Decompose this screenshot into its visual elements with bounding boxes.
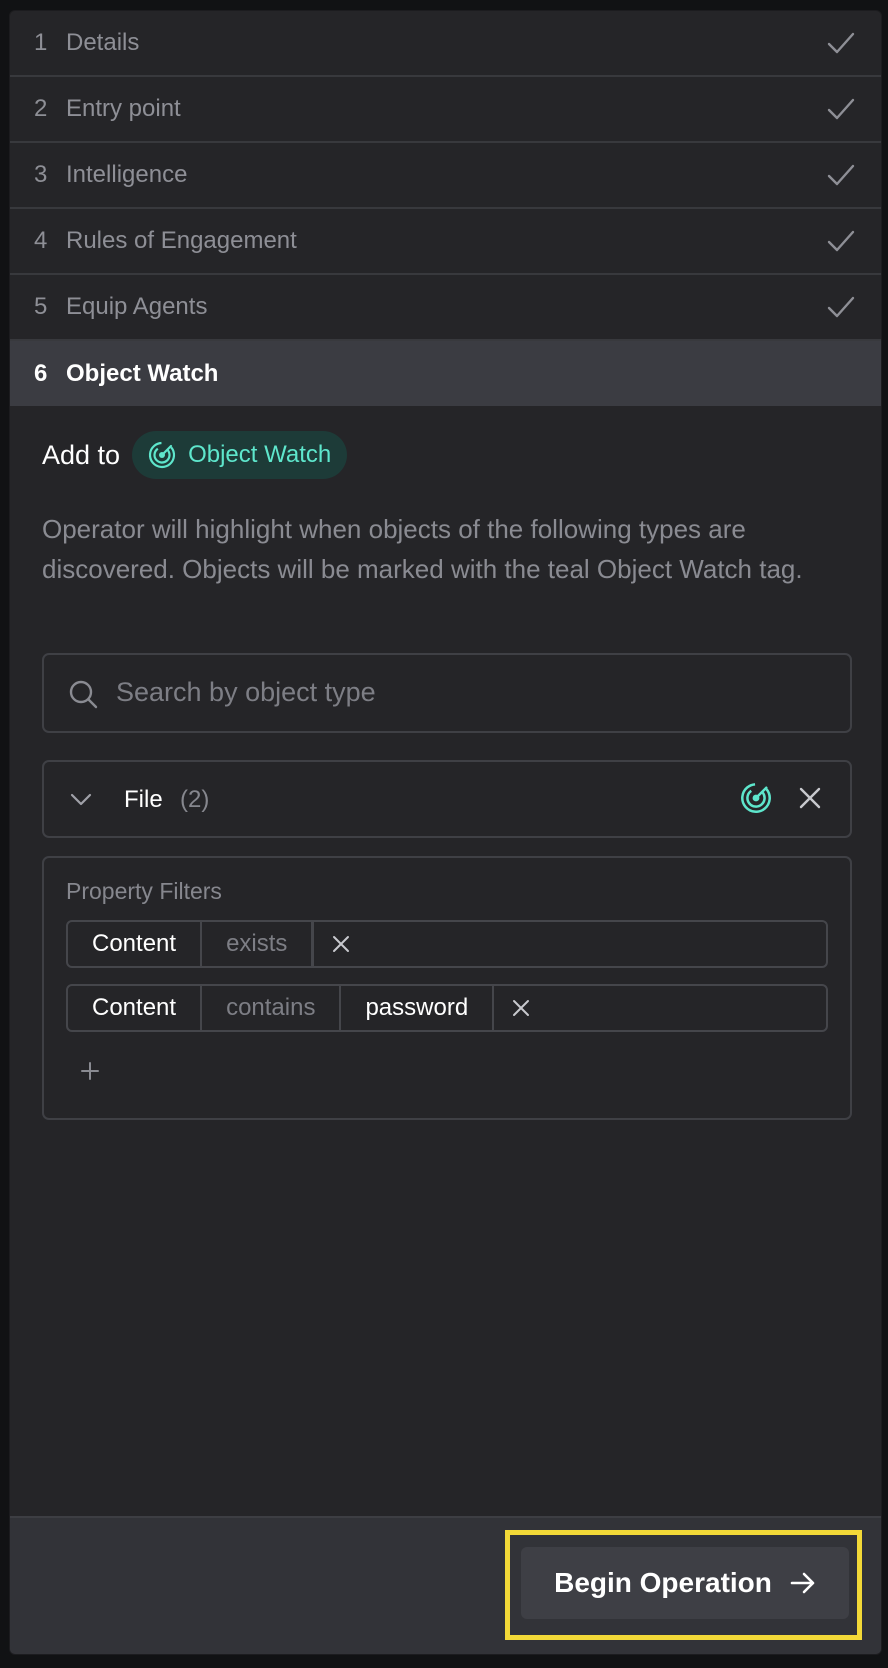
filter-row: Content exists	[66, 920, 828, 968]
filter-operator[interactable]: contains	[202, 986, 342, 1030]
footer-bar: Begin Operation	[10, 1516, 881, 1654]
filter-remove-button[interactable]	[314, 922, 368, 966]
property-filters-title: Property Filters	[66, 878, 222, 904]
object-type-row: File (2)	[42, 760, 852, 838]
add-to-row: Add to Object Watch	[42, 431, 348, 479]
close-icon	[333, 936, 350, 952]
operation-setup-panel: 1 Details 2 Entry point 3 Intelligence 4…	[10, 11, 881, 1654]
step-label: Intelligence	[66, 161, 188, 188]
object-type-search[interactable]	[42, 653, 852, 733]
step-number: 6	[34, 359, 48, 387]
step-label: Rules of Engagement	[66, 227, 297, 254]
step-label: Details	[66, 29, 140, 56]
checkmark-icon	[827, 32, 855, 54]
checkmark-icon	[827, 164, 855, 186]
step-number: 2	[34, 95, 48, 122]
chevron-down-icon[interactable]	[70, 788, 92, 810]
step-entry-point[interactable]: 2 Entry point	[10, 77, 881, 143]
checkmark-icon	[827, 296, 855, 318]
step-label: Object Watch	[66, 359, 219, 387]
filter-key[interactable]: Content	[68, 986, 203, 1030]
close-icon	[513, 1000, 530, 1016]
step-number: 1	[34, 29, 48, 56]
close-icon[interactable]	[798, 786, 822, 810]
search-icon	[69, 680, 98, 709]
description-text: Operator will highlight when objects of …	[42, 514, 803, 584]
step-number: 5	[34, 293, 48, 320]
step-object-watch[interactable]: 6 Object Watch	[10, 341, 881, 406]
filter-operator[interactable]: exists	[202, 922, 315, 966]
step-number: 4	[34, 227, 48, 254]
radar-icon	[148, 441, 176, 469]
filter-row: Content contains password	[66, 984, 828, 1032]
begin-operation-label: Begin Operation	[554, 1567, 772, 1598]
object-type-name: File	[124, 786, 163, 813]
checkmark-icon	[827, 98, 855, 120]
begin-operation-button[interactable]: Begin Operation	[521, 1547, 849, 1619]
step-number: 3	[34, 161, 48, 188]
filter-value[interactable]: password	[341, 986, 495, 1030]
step-equip-agents[interactable]: 5 Equip Agents	[10, 275, 881, 341]
plus-icon[interactable]	[80, 1061, 100, 1081]
object-type-count: (2)	[180, 786, 210, 813]
tag-label: Object Watch	[188, 441, 332, 468]
step-label: Entry point	[66, 95, 181, 122]
arrow-right-icon	[790, 1572, 815, 1594]
property-filters: Property Filters Content exists Content …	[42, 856, 852, 1120]
filter-key[interactable]: Content	[68, 922, 203, 966]
step-label: Equip Agents	[66, 293, 208, 320]
object-watch-tag: Object Watch	[132, 431, 348, 479]
checkmark-icon	[827, 230, 855, 252]
search-input[interactable]	[114, 671, 818, 713]
filter-remove-button[interactable]	[494, 986, 548, 1030]
add-to-label: Add to	[42, 439, 121, 470]
step-details[interactable]: 1 Details	[10, 11, 881, 77]
step-intelligence[interactable]: 3 Intelligence	[10, 143, 881, 209]
step-rules-of-engagement[interactable]: 4 Rules of Engagement	[10, 209, 881, 275]
radar-icon[interactable]	[740, 782, 772, 814]
